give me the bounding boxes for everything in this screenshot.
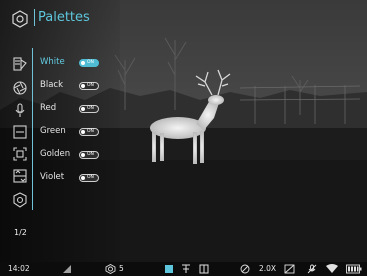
red-toggle[interactable]: ON xyxy=(79,105,99,113)
black-toggle[interactable]: ON xyxy=(79,82,99,90)
menu-divider xyxy=(32,48,33,210)
golden-toggle[interactable]: ON xyxy=(79,151,99,159)
white-toggle[interactable]: ON xyxy=(79,59,99,67)
palette-option-violet[interactable]: Violet xyxy=(40,172,64,183)
clock: 14:02 xyxy=(8,264,30,273)
sensitivity-value: 5 xyxy=(119,264,124,273)
palette-option-golden[interactable]: Golden xyxy=(40,149,70,160)
microphone-icon[interactable] xyxy=(12,102,28,118)
palette-option-black[interactable]: Black xyxy=(40,80,63,91)
green-toggle[interactable]: ON xyxy=(79,128,99,136)
status-bar: 14:02 5 2.0X xyxy=(0,262,367,276)
signal-icon xyxy=(62,264,72,274)
mode-icon[interactable] xyxy=(12,168,28,184)
menu-title: Palettes xyxy=(34,9,90,26)
palette-option-white[interactable]: White xyxy=(40,57,65,68)
settings-badge-icon[interactable] xyxy=(12,192,28,208)
palettes-menu: Palettes White ON Black ON Red ON Green … xyxy=(0,0,120,262)
battery-icon xyxy=(346,264,362,274)
violet-toggle[interactable]: ON xyxy=(79,174,99,182)
no-record-icon xyxy=(240,264,250,274)
palette-option-red[interactable]: Red xyxy=(40,103,56,114)
palette-icon[interactable] xyxy=(12,56,28,72)
frame-icon[interactable] xyxy=(12,146,28,162)
lens-icon[interactable] xyxy=(12,80,28,96)
no-mic-icon xyxy=(307,264,317,274)
aperture-icon xyxy=(105,264,116,274)
iso-icon[interactable] xyxy=(12,124,28,140)
wifi-icon xyxy=(326,264,338,274)
calibration-icon xyxy=(284,264,295,274)
page-indicator: 1/2 xyxy=(14,228,27,237)
zoom-level: 2.0X xyxy=(259,264,277,273)
thermal-mode-icons xyxy=(165,264,211,274)
palette-option-green[interactable]: Green xyxy=(40,126,66,137)
hexagon-eye-icon[interactable] xyxy=(11,10,29,28)
